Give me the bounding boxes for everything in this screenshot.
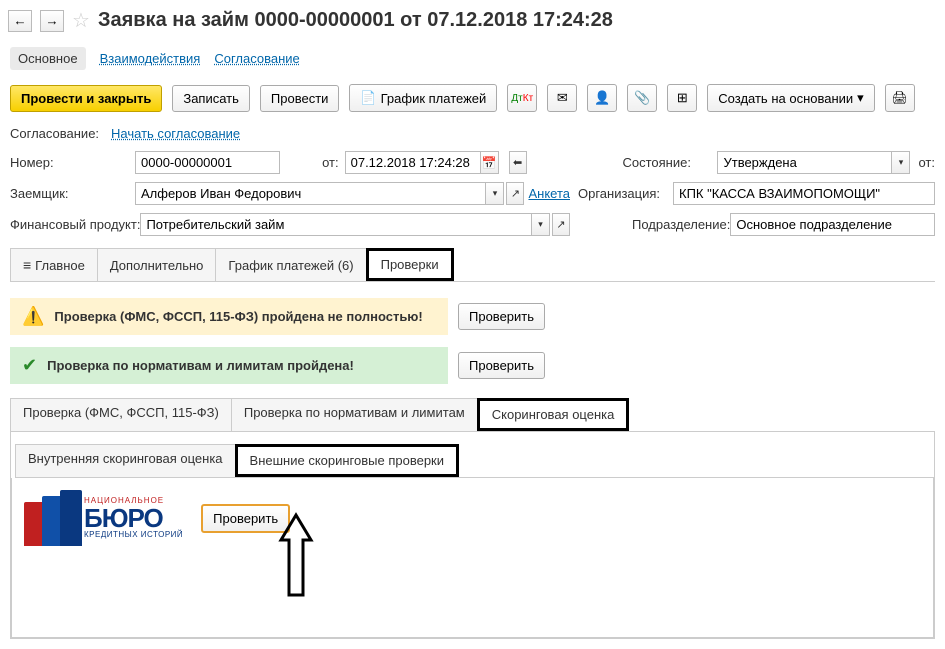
nbki-logo-mid: БЮРО [84, 505, 183, 531]
nav-tab-main[interactable]: Основное [10, 47, 86, 70]
structure-icon: ⊞ [677, 90, 688, 106]
dtkt-button[interactable]: ДтКт [507, 84, 537, 112]
back-button[interactable]: ← [8, 10, 32, 32]
print-dropdown-button[interactable]: 🖨 [885, 84, 915, 112]
calendar-button[interactable]: 📅 [481, 151, 499, 174]
division-field[interactable] [730, 213, 935, 236]
subtab-fms[interactable]: Проверка (ФМС, ФССП, 115-ФЗ) [10, 398, 232, 431]
date-field[interactable] [345, 151, 481, 174]
org-label: Организация: [578, 186, 673, 201]
check-fms-button[interactable]: Проверить [458, 303, 545, 330]
assign-user-button[interactable]: 👤 [587, 84, 617, 112]
anketa-link[interactable]: Анкета [528, 186, 570, 201]
state-label: Состояние: [622, 155, 717, 170]
start-approval-link[interactable]: Начать согласование [111, 126, 240, 141]
tab-schedule[interactable]: График платежей (6) [215, 248, 366, 281]
nav-tab-approval[interactable]: Согласование [214, 51, 299, 66]
state-field[interactable] [717, 151, 892, 174]
arrow-annotation [276, 510, 316, 603]
tab-main[interactable]: ≡ Главное [10, 248, 98, 281]
menu-icon: ≡ [23, 257, 31, 273]
structure-button[interactable]: ⊞ [667, 84, 697, 112]
product-open-button[interactable]: ↗ [552, 213, 570, 236]
check-fms-text: Проверка (ФМС, ФССП, 115-ФЗ) пройдена не… [54, 309, 422, 324]
org-field[interactable] [673, 182, 935, 205]
forward-button[interactable]: → [40, 10, 64, 32]
nbki-logo: НАЦИОНАЛЬНОЕ БЮРО КРЕДИТНЫХ ИСТОРИЙ [24, 490, 183, 546]
dtkt-icon: ДтКт [511, 93, 533, 104]
create-based-button[interactable]: Создать на основании ▾ [707, 84, 874, 112]
chevron-down-icon: ▾ [857, 90, 864, 106]
assign-user-icon: 👤 [594, 90, 610, 106]
product-field[interactable] [140, 213, 532, 236]
schedule-icon: 📄 [360, 90, 376, 106]
check-norms-button[interactable]: Проверить [458, 352, 545, 379]
borrower-open-button[interactable]: ↗ [506, 182, 524, 205]
previous-date-button[interactable]: ⬅ [509, 151, 527, 174]
tab-checks[interactable]: Проверки [366, 248, 454, 281]
division-label: Подразделение: [632, 217, 730, 232]
scoring-subtab-internal[interactable]: Внутренняя скоринговая оценка [15, 444, 236, 477]
scoring-subtab-external[interactable]: Внешние скоринговые проверки [235, 444, 459, 477]
warning-icon: ⚠️ [22, 306, 44, 327]
favorite-icon[interactable]: ☆ [72, 8, 90, 33]
post-button[interactable]: Провести [260, 85, 340, 112]
mail-icon: ✉ [557, 90, 568, 106]
create-based-label: Создать на основании [718, 91, 853, 106]
calendar-icon: 📅 [482, 156, 497, 170]
borrower-field[interactable] [135, 182, 486, 205]
product-label: Финансовый продукт: [10, 217, 140, 232]
post-close-button[interactable]: Провести и закрыть [10, 85, 162, 112]
subtab-scoring[interactable]: Скоринговая оценка [477, 398, 630, 431]
nbki-logo-bot: КРЕДИТНЫХ ИСТОРИЙ [84, 531, 183, 539]
print-icon: 🖨 [891, 90, 908, 106]
product-dropdown-button[interactable]: ▾ [532, 213, 550, 236]
check-norms-text: Проверка по нормативам и лимитам пройден… [47, 358, 354, 373]
state-dropdown-button[interactable]: ▾ [892, 151, 910, 174]
borrower-label: Заемщик: [10, 186, 135, 201]
save-button[interactable]: Записать [172, 85, 250, 112]
state-date-label: от: [918, 155, 935, 170]
number-label: Номер: [10, 155, 135, 170]
date-label: от: [322, 155, 339, 170]
schedule-label: График платежей [381, 91, 487, 106]
tab-main-label: Главное [35, 258, 85, 273]
attach-button[interactable]: 📎 [627, 84, 657, 112]
check-fms-message: ⚠️ Проверка (ФМС, ФССП, 115-ФЗ) пройдена… [10, 298, 448, 335]
check-norms-message: ✔ Проверка по нормативам и лимитам пройд… [10, 347, 448, 384]
borrower-dropdown-button[interactable]: ▾ [486, 182, 504, 205]
paperclip-icon: 📎 [634, 90, 650, 106]
schedule-button[interactable]: 📄 График платежей [349, 84, 497, 112]
tab-additional[interactable]: Дополнительно [97, 248, 217, 281]
ok-icon: ✔ [22, 355, 37, 376]
nav-tab-interactions[interactable]: Взаимодействия [100, 51, 201, 66]
mail-button[interactable]: ✉ [547, 84, 577, 112]
page-title: Заявка на займ 0000-00000001 от 07.12.20… [98, 9, 613, 32]
approval-label: Согласование: [10, 126, 99, 141]
subtab-norms[interactable]: Проверка по нормативам и лимитам [231, 398, 478, 431]
number-field[interactable] [135, 151, 280, 174]
